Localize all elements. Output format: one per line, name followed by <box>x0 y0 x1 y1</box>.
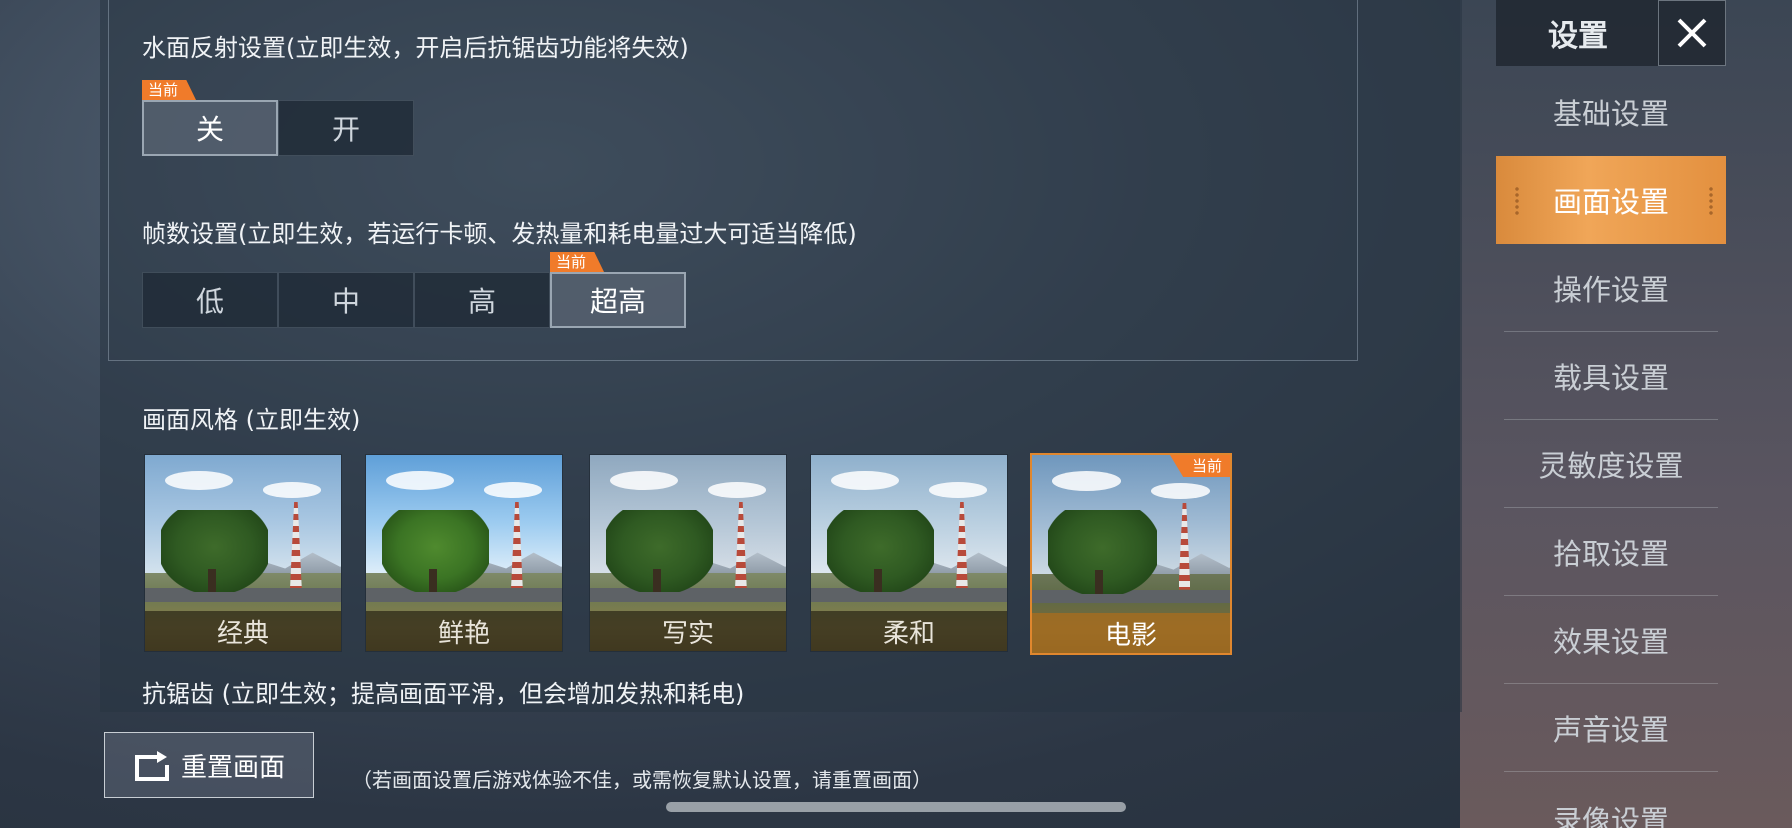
style-option-label: 柔和 <box>811 611 1007 651</box>
close-button[interactable] <box>1658 0 1726 66</box>
sidebar-item-controls[interactable]: 操作设置 <box>1496 244 1726 332</box>
sidebar-item-effects[interactable]: 效果设置 <box>1496 596 1726 684</box>
frame-rate-low-button[interactable]: 低 <box>142 272 278 328</box>
style-option-label: 经典 <box>145 611 341 651</box>
sidebar-item-label: 灵敏度设置 <box>1538 449 1684 483</box>
grip-icon <box>1708 186 1714 216</box>
water-reflection-on-button[interactable]: 开 <box>278 100 414 156</box>
sidebar-item-label: 画面设置 <box>1552 185 1669 219</box>
reset-graphics-button[interactable]: 重置画面 <box>104 732 314 798</box>
sidebar-item-pickup[interactable]: 拾取设置 <box>1496 508 1726 596</box>
sidebar-item-label: 拾取设置 <box>1552 537 1669 571</box>
frame-rate-selector: 低 中 高 当前 超高 <box>142 252 686 328</box>
option-label: 高 <box>467 285 496 318</box>
style-option-realistic[interactable]: 写实 <box>589 454 787 652</box>
style-option-label: 写实 <box>590 611 786 651</box>
anti-aliasing-label: 抗锯齿 (立即生效；提高画面平滑，但会增加发热和耗电) <box>142 680 745 708</box>
sidebar-item-label: 操作设置 <box>1552 273 1669 307</box>
option-label: 超高 <box>589 285 646 318</box>
water-reflection-off-button[interactable]: 当前 关 <box>142 80 278 156</box>
graphics-style-label: 画面风格 (立即生效) <box>142 406 361 434</box>
style-option-cinematic[interactable]: 当前 电影 <box>1030 453 1232 655</box>
style-option-label: 鲜艳 <box>366 611 562 651</box>
home-indicator[interactable] <box>666 802 1126 812</box>
option-label: 低 <box>195 285 224 318</box>
sidebar-title: 设置 <box>1496 0 1660 66</box>
sidebar-item-basic[interactable]: 基础设置 <box>1496 68 1726 156</box>
sidebar-item-sound[interactable]: 声音设置 <box>1496 684 1726 772</box>
option-label: 关 <box>195 113 224 146</box>
sidebar-item-label: 录像设置 <box>1552 804 1669 828</box>
sidebar-item-label: 效果设置 <box>1552 625 1669 659</box>
sidebar-item-vehicle[interactable]: 载具设置 <box>1496 332 1726 420</box>
close-icon <box>1677 18 1707 48</box>
style-option-vivid[interactable]: 鲜艳 <box>365 454 563 652</box>
reset-icon <box>133 749 171 781</box>
option-label: 中 <box>331 285 360 318</box>
frame-rate-label: 帧数设置(立即生效，若运行卡顿、发热量和耗电量过大可适当降低) <box>142 220 857 248</box>
option-label: 开 <box>331 113 360 146</box>
grip-icon <box>1514 186 1520 216</box>
frame-rate-medium-button[interactable]: 中 <box>278 272 414 328</box>
sidebar-item-label: 声音设置 <box>1552 713 1669 747</box>
style-option-label: 电影 <box>1032 613 1230 653</box>
frame-rate-ultra-button[interactable]: 当前 超高 <box>550 252 686 328</box>
style-option-classic[interactable]: 经典 <box>144 454 342 652</box>
sidebar-item-sensitivity[interactable]: 灵敏度设置 <box>1496 420 1726 508</box>
reset-hint-text: （若画面设置后游戏体验不佳，或需恢复默认设置，请重置画面） <box>352 768 932 792</box>
frame-rate-high-button[interactable]: 高 <box>414 272 550 328</box>
sidebar-item-label: 基础设置 <box>1552 97 1669 131</box>
sidebar-item-label: 载具设置 <box>1552 361 1669 395</box>
settings-sidebar: 设置 基础设置 画面设置 操作设置 载具设置 灵敏度设置 拾取设置 效果设置 声… <box>1496 0 1726 828</box>
water-reflection-label: 水面反射设置(立即生效，开启后抗锯齿功能将失效) <box>142 34 689 62</box>
sidebar-item-graphics[interactable]: 画面设置 <box>1496 156 1726 244</box>
reset-button-label: 重置画面 <box>180 752 285 783</box>
water-reflection-toggle: 当前 关 开 <box>142 80 414 156</box>
style-option-soft[interactable]: 柔和 <box>810 454 1008 652</box>
sidebar-item-recording[interactable]: 录像设置 <box>1496 772 1726 828</box>
